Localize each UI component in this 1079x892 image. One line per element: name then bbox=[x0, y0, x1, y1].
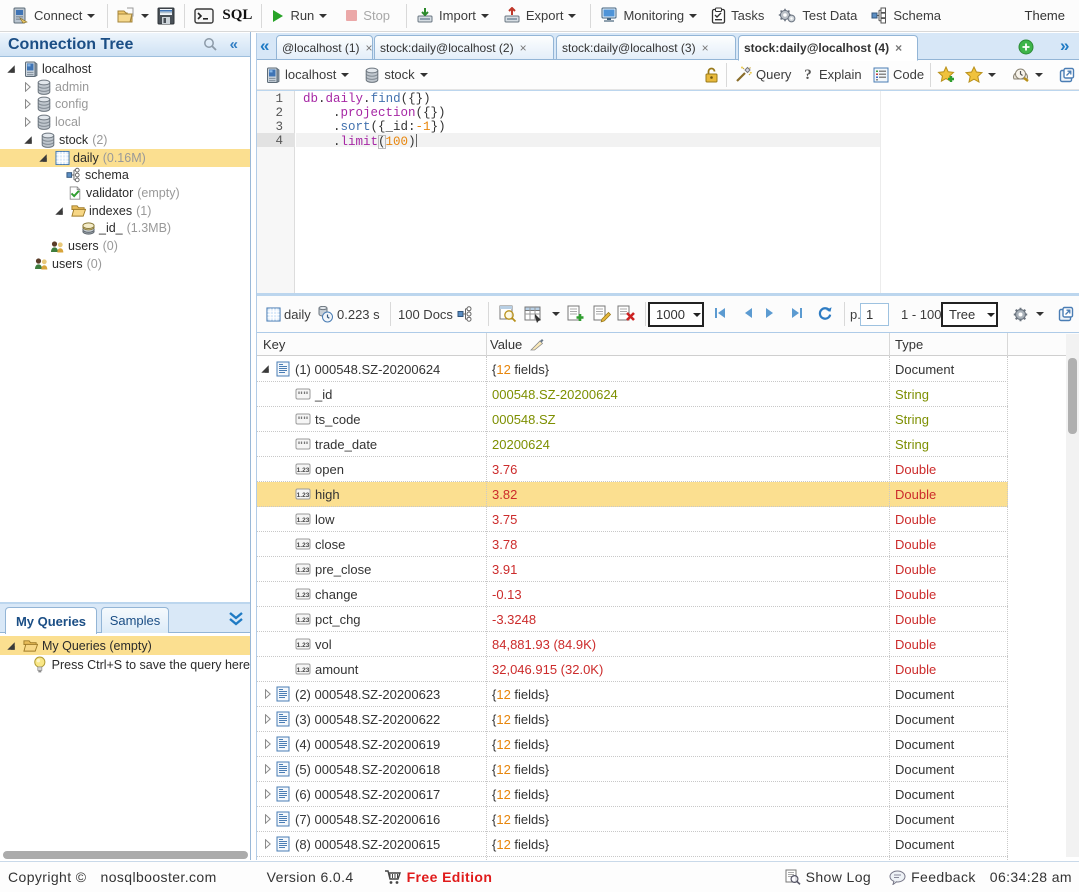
svg-text:?: ? bbox=[804, 67, 812, 83]
